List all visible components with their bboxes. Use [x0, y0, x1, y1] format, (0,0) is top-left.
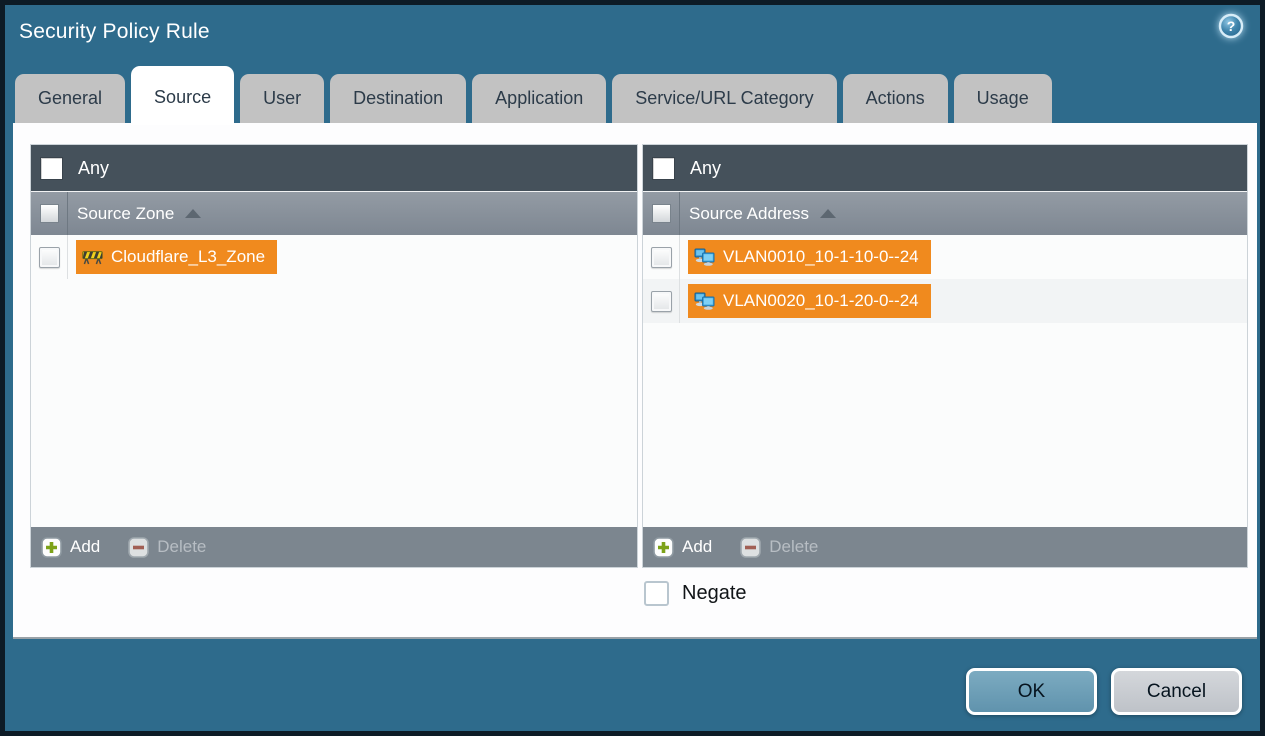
tab-destination[interactable]: Destination	[330, 74, 467, 123]
address-chip: VLAN0010_10-1-10-0--24	[688, 240, 931, 274]
add-label: Add	[682, 537, 713, 556]
network-icon	[694, 248, 715, 266]
add-button[interactable]: Add	[653, 536, 713, 558]
source-zone-panel: Any Source Zone Cloudflare_L3_Zone Add D…	[30, 144, 638, 568]
row-checkbox[interactable]	[38, 246, 60, 268]
delete-label: Delete	[157, 537, 207, 556]
source-address-table-body: VLAN0010_10-1-10-0--24 VLAN0020_10-1-20-…	[643, 235, 1247, 527]
tab-bar: General Source User Destination Applicat…	[15, 66, 1052, 125]
address-name: VLAN0010_10-1-10-0--24	[723, 247, 919, 266]
tab-actions[interactable]: Actions	[842, 74, 948, 123]
source-address-column-header[interactable]: Source Address	[643, 191, 1247, 235]
dialog-title: Security Policy Rule	[19, 20, 210, 43]
add-icon	[653, 536, 674, 558]
source-zone-column-label: Source Zone	[77, 203, 175, 223]
sort-ascending-icon	[820, 209, 837, 218]
source-address-any-checkbox[interactable]	[652, 156, 675, 180]
table-row[interactable]: VLAN0010_10-1-10-0--24	[643, 235, 1247, 279]
negate-checkbox[interactable]	[644, 581, 669, 606]
zone-name: Cloudflare_L3_Zone	[111, 247, 266, 266]
tab-application[interactable]: Application	[472, 74, 607, 123]
add-label: Add	[70, 537, 101, 556]
negate-row: Negate	[644, 581, 747, 606]
add-icon	[41, 536, 62, 558]
svg-text:?: ?	[1227, 18, 1236, 34]
zone-icon	[82, 249, 103, 265]
cancel-button[interactable]: Cancel	[1111, 668, 1242, 715]
source-address-panel: Any Source Address VLAN0010_10-1-10-0--2…	[642, 144, 1248, 568]
delete-button[interactable]: Delete	[128, 536, 207, 558]
source-address-select-all-checkbox[interactable]	[651, 204, 671, 223]
tab-user[interactable]: User	[240, 74, 325, 123]
source-zone-any-checkbox[interactable]	[40, 156, 63, 180]
tab-usage[interactable]: Usage	[953, 74, 1052, 123]
help-icon[interactable]: ?	[1218, 13, 1244, 39]
source-address-any-bar: Any	[643, 145, 1247, 191]
delete-icon	[128, 536, 150, 558]
security-policy-rule-dialog: Security Policy Rule ? General Source Us…	[0, 0, 1265, 736]
add-button[interactable]: Add	[41, 536, 101, 558]
address-name: VLAN0020_10-1-20-0--24	[723, 291, 919, 310]
ok-button[interactable]: OK	[966, 668, 1097, 715]
source-zone-footer: Add Delete	[31, 527, 637, 567]
sort-ascending-icon	[185, 209, 202, 218]
network-icon	[694, 292, 715, 310]
source-zone-any-bar: Any	[31, 145, 637, 191]
source-address-any-label: Any	[690, 157, 722, 178]
source-address-column-label: Source Address	[689, 203, 810, 223]
tab-source[interactable]: Source	[131, 66, 235, 125]
source-zone-any-label: Any	[78, 157, 110, 178]
source-zone-table-body: Cloudflare_L3_Zone	[31, 235, 637, 527]
source-zone-select-all-checkbox[interactable]	[39, 204, 59, 223]
delete-button[interactable]: Delete	[740, 536, 819, 558]
tab-general[interactable]: General	[15, 74, 126, 123]
delete-icon	[740, 536, 762, 558]
tab-service-url-category[interactable]: Service/URL Category	[612, 74, 837, 123]
address-chip: VLAN0020_10-1-20-0--24	[688, 284, 931, 318]
tab-content-source: Any Source Zone Cloudflare_L3_Zone Add D…	[13, 123, 1257, 639]
negate-label: Negate	[682, 582, 747, 604]
row-checkbox[interactable]	[650, 246, 672, 268]
source-zone-column-header[interactable]: Source Zone	[31, 191, 637, 235]
zone-chip: Cloudflare_L3_Zone	[76, 240, 278, 274]
row-checkbox[interactable]	[650, 290, 672, 312]
table-row[interactable]: Cloudflare_L3_Zone	[31, 235, 637, 279]
table-row[interactable]: VLAN0020_10-1-20-0--24	[643, 279, 1247, 323]
source-address-footer: Add Delete	[643, 527, 1247, 567]
delete-label: Delete	[769, 537, 819, 556]
